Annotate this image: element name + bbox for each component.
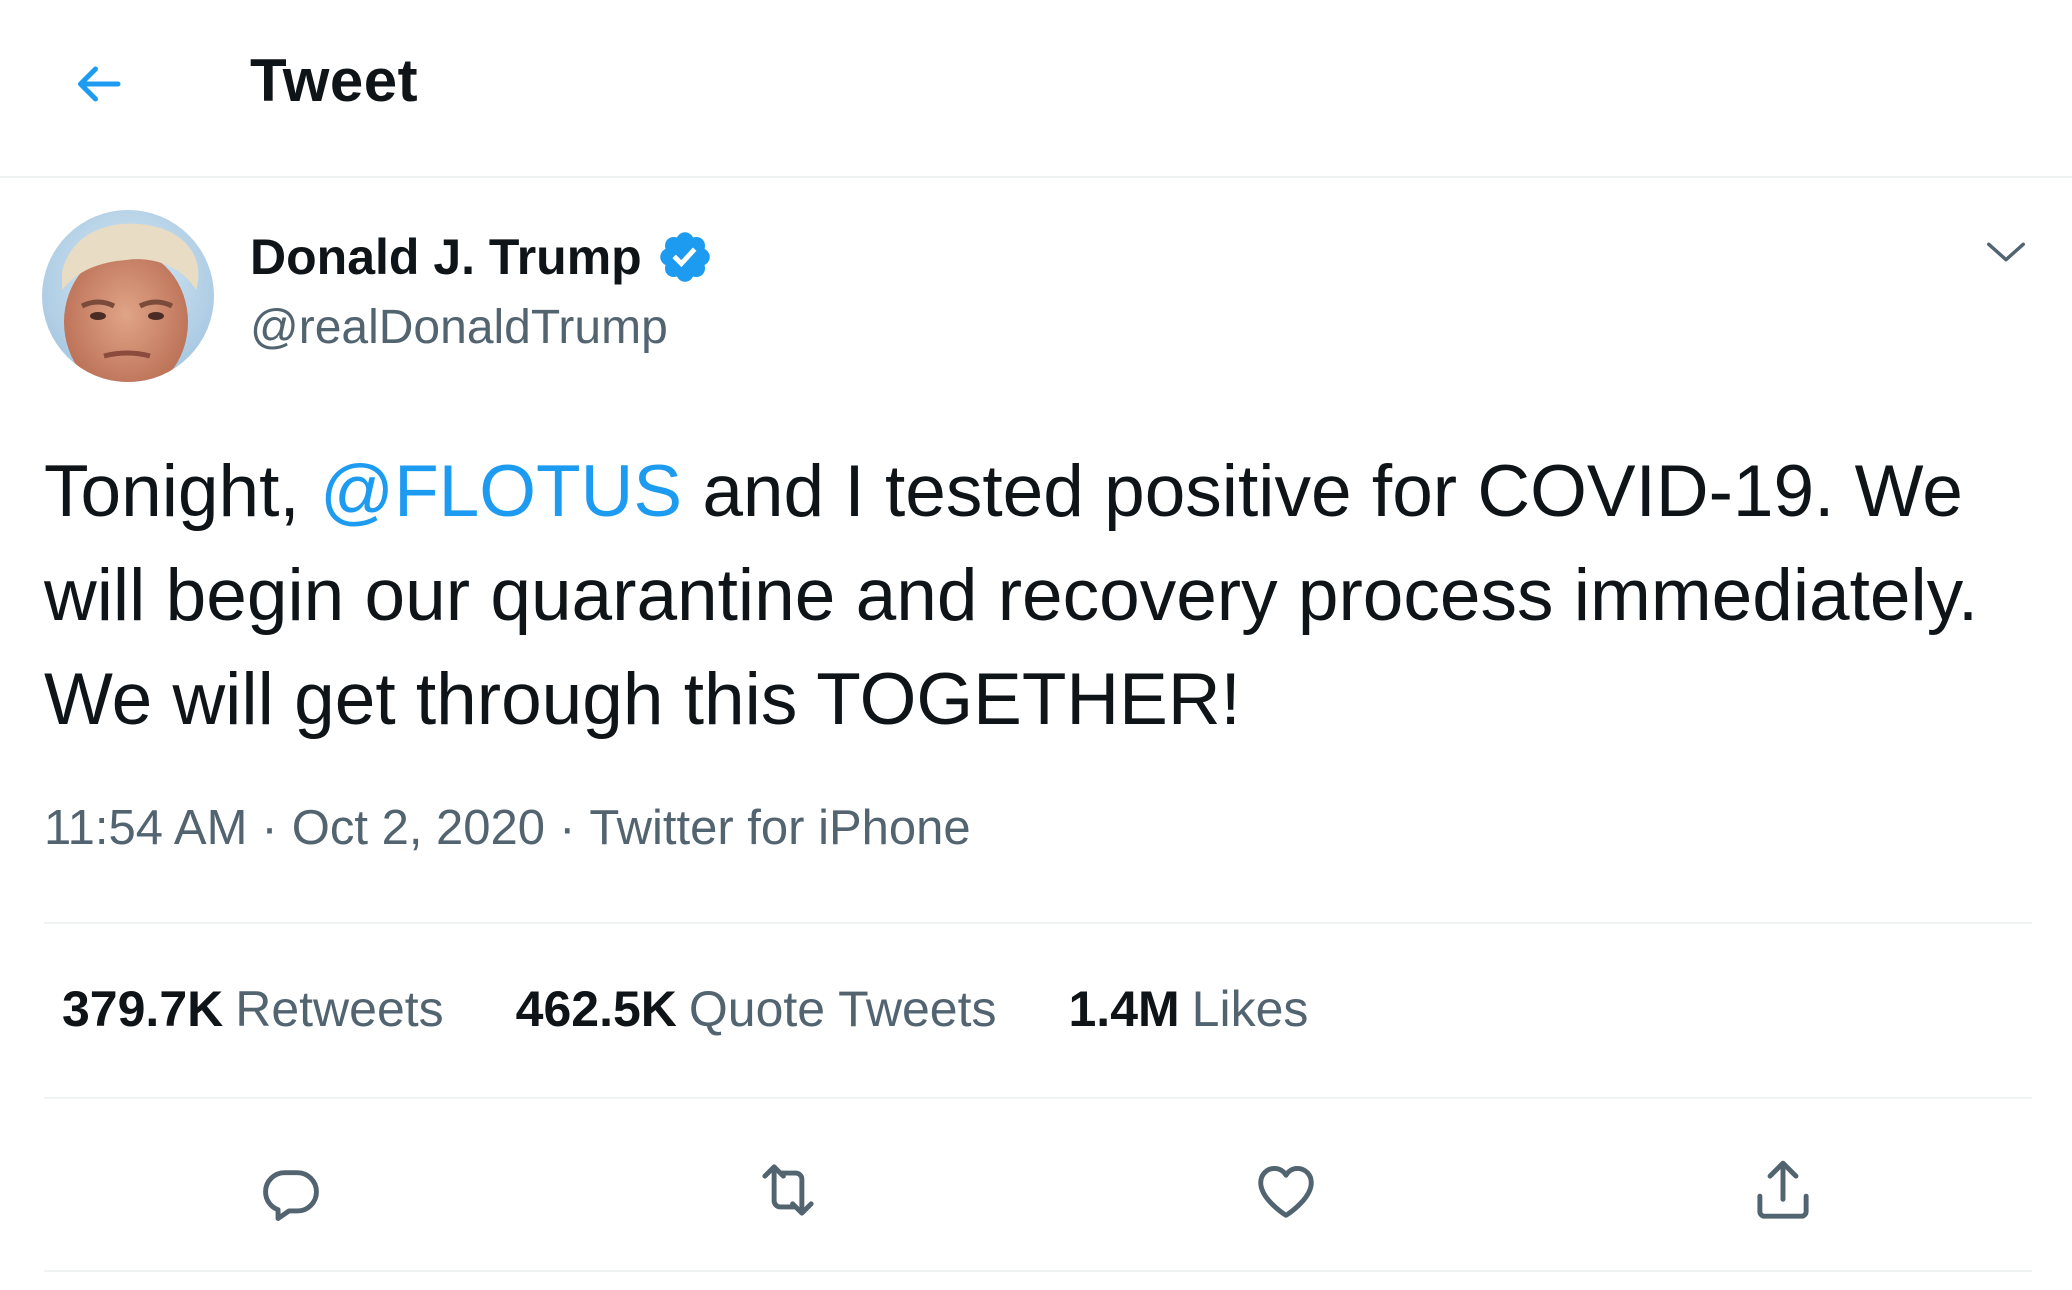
tweet-text-start: Tonight, bbox=[44, 451, 320, 532]
retweet-button[interactable] bbox=[738, 1140, 838, 1240]
like-icon bbox=[1258, 1165, 1314, 1218]
retweet-icon bbox=[762, 1164, 814, 1216]
meta-separator: · bbox=[559, 801, 576, 855]
back-button[interactable] bbox=[58, 44, 138, 124]
author-name-row[interactable]: Donald J. Trump bbox=[250, 228, 714, 286]
page-title: Tweet bbox=[250, 47, 419, 114]
mention-link[interactable]: @FLOTUS bbox=[320, 451, 682, 532]
tweet-source[interactable]: Twitter for iPhone bbox=[589, 800, 970, 856]
top-bar: Tweet bbox=[0, 0, 2072, 178]
tweet-page: Tweet Donald J. Trump @realDonaldTrump T… bbox=[0, 0, 2072, 1290]
retweets-count: 379.7K bbox=[62, 981, 224, 1037]
likes-stat[interactable]: 1.4M Likes bbox=[1069, 980, 1309, 1038]
divider bbox=[44, 1097, 2032, 1099]
chevron-down-icon bbox=[1987, 242, 2025, 262]
reply-icon bbox=[263, 1170, 319, 1221]
avatar[interactable] bbox=[42, 210, 214, 382]
retweets-label: Retweets bbox=[235, 981, 444, 1037]
tweet-text: Tonight, @FLOTUS and I tested positive f… bbox=[44, 440, 2034, 752]
more-options-button[interactable] bbox=[1976, 222, 2036, 282]
quote-tweets-label: Quote Tweets bbox=[688, 981, 997, 1037]
divider bbox=[44, 1270, 2032, 1272]
verified-badge-icon bbox=[659, 232, 710, 282]
share-icon bbox=[1757, 1160, 1809, 1219]
tweet-date[interactable]: Oct 2, 2020 bbox=[292, 800, 545, 856]
quote-tweets-count: 462.5K bbox=[515, 981, 677, 1037]
likes-label: Likes bbox=[1191, 981, 1309, 1037]
likes-count: 1.4M bbox=[1068, 981, 1180, 1037]
like-button[interactable] bbox=[1236, 1140, 1336, 1240]
profile-photo bbox=[42, 210, 214, 382]
share-button[interactable] bbox=[1733, 1140, 1833, 1240]
action-bar bbox=[0, 1140, 2072, 1240]
author-handle[interactable]: @realDonaldTrump bbox=[250, 300, 668, 355]
divider bbox=[44, 922, 2032, 924]
tweet-time[interactable]: 11:54 AM bbox=[44, 800, 247, 856]
retweets-stat[interactable]: 379.7K Retweets bbox=[62, 980, 444, 1038]
tweet-metadata: 11:54 AM · Oct 2, 2020 · Twitter for iPhone bbox=[44, 800, 971, 856]
engagement-stats: 379.7K Retweets 462.5K Quote Tweets 1.4M… bbox=[62, 980, 1380, 1038]
quote-tweets-stat[interactable]: 462.5K Quote Tweets bbox=[516, 980, 997, 1038]
meta-separator: · bbox=[261, 801, 278, 855]
arrow-left-icon bbox=[78, 66, 121, 102]
reply-button[interactable] bbox=[241, 1140, 341, 1240]
author-name[interactable]: Donald J. Trump bbox=[250, 228, 642, 286]
